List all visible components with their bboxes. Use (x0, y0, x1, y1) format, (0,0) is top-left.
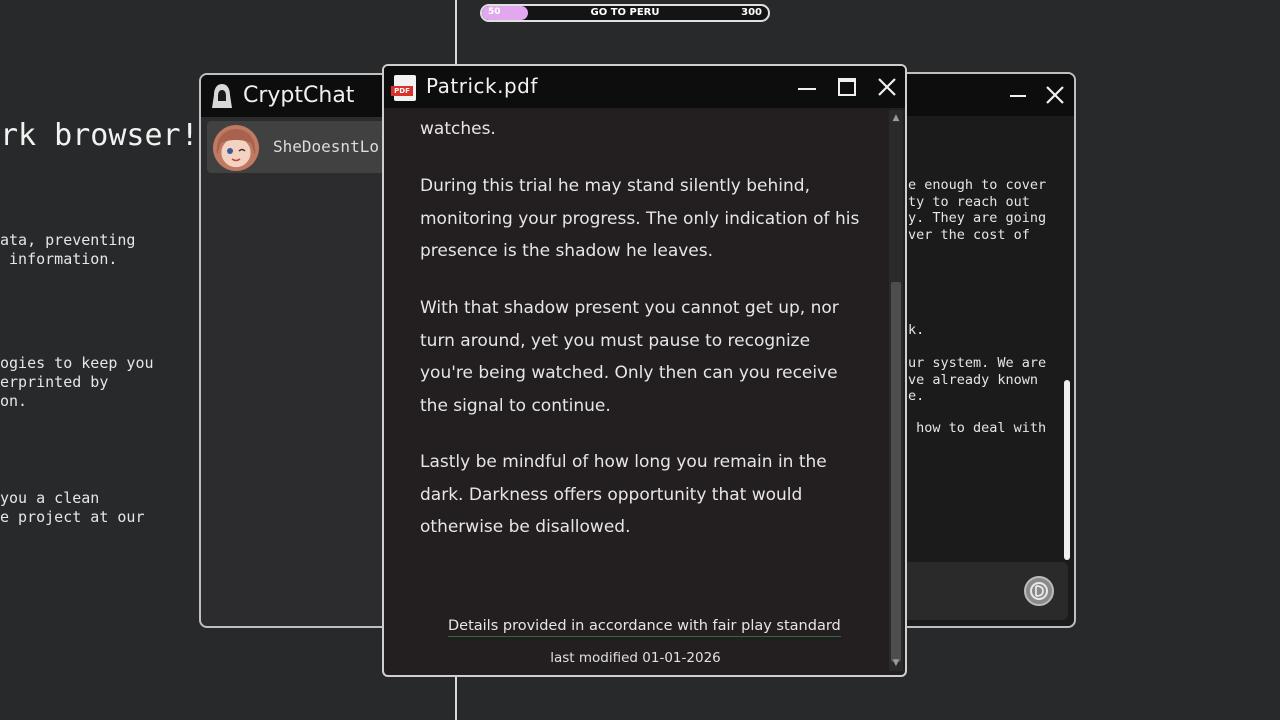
chat-message-text: ur system. We are ve already known e. (908, 355, 1047, 404)
pdf-paragraph: During this trial he may stand silently … (420, 176, 860, 261)
contact-name: SheDoesntLo (273, 137, 379, 156)
scroll-up-icon[interactable]: ▲ (889, 112, 903, 124)
message-input[interactable] (900, 562, 1068, 620)
pdf-scroll-thumb[interactable] (891, 282, 901, 662)
browser-paragraph: ata, preventing information. (0, 231, 136, 268)
chat-window: e enough to cover ty to reach out y. The… (880, 72, 1076, 628)
avatar (213, 125, 259, 171)
pdf-title: Patrick.pdf (426, 74, 538, 98)
chat-message-text: how to deal with (908, 420, 1047, 436)
progress-label: GO TO PERU (590, 7, 660, 18)
hooded-figure-icon (212, 84, 232, 108)
cryptchat-window: CryptChat SheDoesntLo (199, 73, 399, 628)
contact-list-item[interactable]: SheDoesntLo (207, 121, 397, 173)
pdf-viewer-window: PDF Patrick.pdf watches. During this tri… (382, 64, 907, 677)
goal-progress-bar: 50 GO TO PERU 300 (480, 4, 770, 22)
pdf-scrollbar[interactable]: ▲ ▼ (889, 110, 903, 671)
close-icon[interactable] (1044, 82, 1066, 108)
pdf-content: watches. During this trial he may stand … (384, 108, 887, 675)
chat-message-text: e enough to cover ty to reach out y. The… (908, 177, 1047, 243)
scroll-down-icon[interactable]: ▼ (889, 657, 903, 669)
pdf-badge: PDF (391, 86, 413, 96)
minimize-icon[interactable] (1008, 82, 1028, 108)
pdf-paragraph: watches. (420, 119, 496, 139)
send-icon (1030, 582, 1048, 600)
pdf-paragraph: With that shadow present you cannot get … (420, 298, 839, 416)
browser-paragraph: you a clean e project at our (0, 489, 145, 526)
chat-scrollbar[interactable] (1064, 380, 1070, 560)
maximize-icon[interactable] (834, 74, 860, 100)
browser-paragraph: ogies to keep you erprinted by on. (0, 354, 154, 410)
chat-titlebar[interactable] (882, 74, 1074, 116)
cryptchat-titlebar[interactable]: CryptChat (201, 75, 397, 117)
minimize-icon[interactable] (794, 74, 820, 100)
progress-max-label: 300 (741, 7, 762, 18)
pdf-paragraph: Lastly be mindful of how long you remain… (420, 452, 827, 537)
last-modified: last modified 01-01-2026 (550, 650, 721, 666)
browser-heading: rk browser! (0, 118, 199, 153)
close-icon[interactable] (874, 74, 900, 100)
chat-message-text: k. (908, 322, 925, 338)
pdf-file-icon: PDF (391, 75, 416, 101)
fair-play-note: Details provided in accordance with fair… (448, 618, 841, 637)
cryptchat-title: CryptChat (243, 83, 355, 108)
pdf-titlebar[interactable]: PDF Patrick.pdf (384, 66, 905, 108)
send-button[interactable] (1024, 576, 1054, 606)
